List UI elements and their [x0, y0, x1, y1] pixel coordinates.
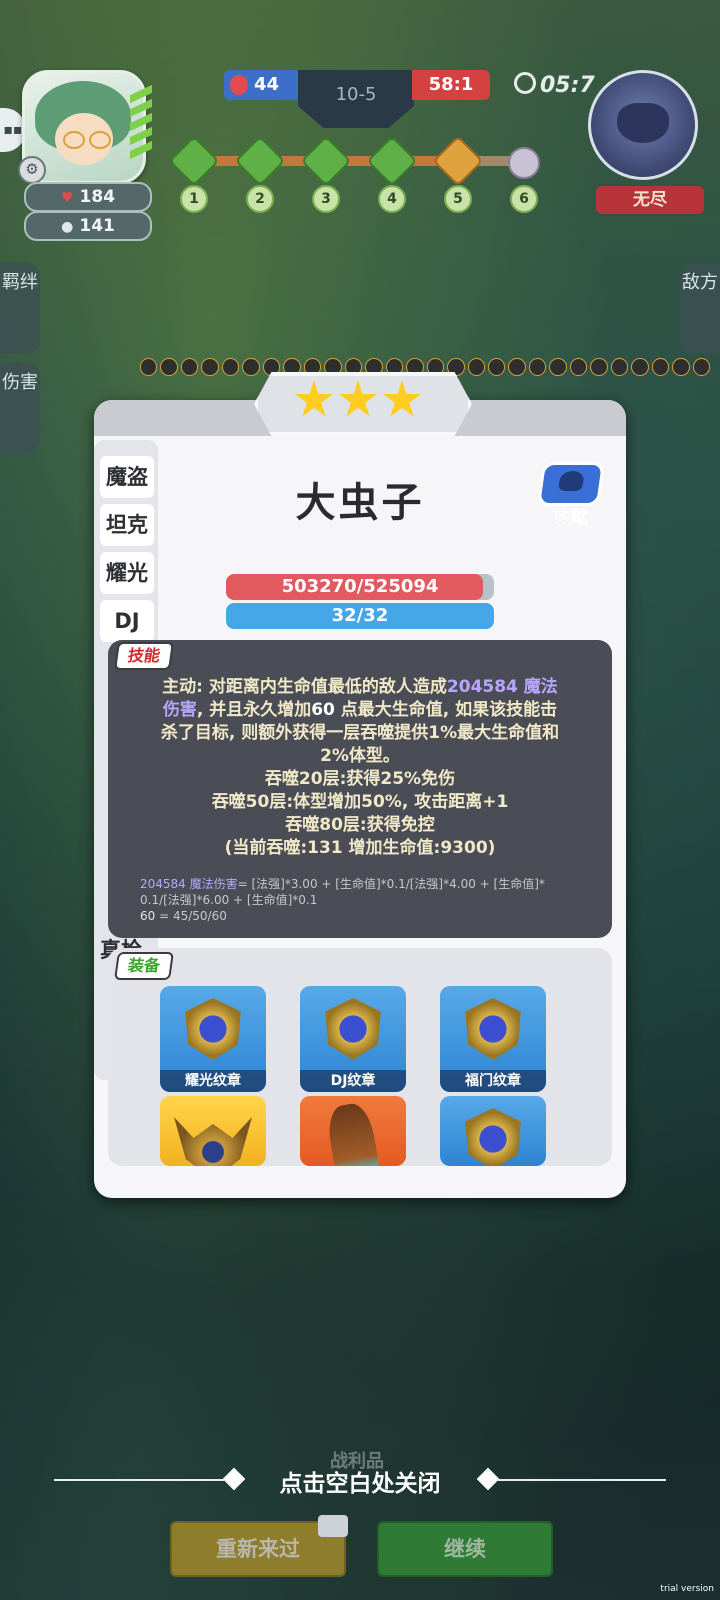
damage-formula: 204584 魔法伤害= [法强]*3.00 + [生命值]*0.1/[法强]*…	[140, 877, 545, 923]
stage-number: 3	[312, 185, 340, 213]
unit-strip	[140, 358, 711, 376]
level-bar	[130, 80, 156, 180]
clock-icon	[514, 72, 536, 94]
equipment-item[interactable]	[160, 1096, 266, 1166]
blue-score: 44	[224, 70, 300, 100]
gear-icon[interactable]: ⚙	[18, 156, 46, 184]
enemy-avatar[interactable]	[588, 70, 698, 180]
equipment-item[interactable]	[440, 1096, 546, 1166]
tab-synergy[interactable]: 羁绊	[0, 262, 40, 354]
emblem-icon	[185, 998, 241, 1060]
heart-icon: ♥	[60, 190, 74, 206]
red-score: 58:1	[412, 70, 490, 100]
tab-enemy[interactable]: 敌方	[680, 262, 720, 354]
unit-name: 大虫子	[295, 480, 425, 526]
tab-damage[interactable]: 伤害	[0, 362, 40, 454]
trait-item[interactable]: 耀光	[100, 552, 154, 594]
stage-number: 2	[246, 185, 274, 213]
equipment-item[interactable]: 福门纹章	[440, 986, 546, 1092]
equipment-tag: 装备	[114, 952, 174, 980]
horned-helmet-icon	[174, 1117, 252, 1166]
drill-icon	[324, 1100, 384, 1166]
hp-bar: 503270/525094	[226, 574, 494, 600]
close-hint[interactable]: 点击空白处关闭	[0, 1464, 720, 1498]
shield-icon	[230, 75, 248, 95]
trait-item[interactable]: 坦克	[100, 504, 154, 546]
skill-tag: 技能	[114, 642, 174, 670]
endless-label: 无尽	[596, 186, 704, 214]
boss-skull-icon	[508, 147, 540, 179]
equipment-item[interactable]: DJ纹章	[300, 986, 406, 1092]
player-hp: ♥ 184	[24, 182, 152, 212]
stage-number: 5	[444, 185, 472, 213]
stage-number: 4	[378, 185, 406, 213]
emblem-icon	[465, 1108, 521, 1166]
stage-number: 6	[510, 185, 538, 213]
emblem-icon	[465, 998, 521, 1060]
mana-bar: 32/32	[226, 603, 494, 629]
emblem-icon	[325, 998, 381, 1060]
graduation-cap-icon	[536, 462, 606, 506]
trial-watermark: trial version	[660, 1584, 714, 1594]
equipment-item[interactable]	[300, 1096, 406, 1166]
skill-description: 主动: 对距离内生命值最低的敌人造成204584 魔法 伤害, 并且永久增加60…	[160, 677, 560, 858]
retry-button[interactable]: 重新来过	[170, 1515, 348, 1577]
stage-number: 1	[180, 185, 208, 213]
timer: 05:7	[514, 72, 595, 98]
trait-item[interactable]: DJ	[100, 600, 154, 642]
trait-item[interactable]: 魔盗	[100, 456, 154, 498]
round-indicator: 10-5	[298, 70, 414, 128]
player-coins: ● 141	[24, 211, 152, 241]
equipment-item[interactable]: 耀光纹章	[160, 986, 266, 1092]
coin-icon: ●	[61, 219, 74, 235]
video-icon	[318, 1515, 348, 1537]
continue-button[interactable]: 继续	[377, 1521, 553, 1577]
guide-button[interactable]: 攻略	[536, 460, 606, 530]
